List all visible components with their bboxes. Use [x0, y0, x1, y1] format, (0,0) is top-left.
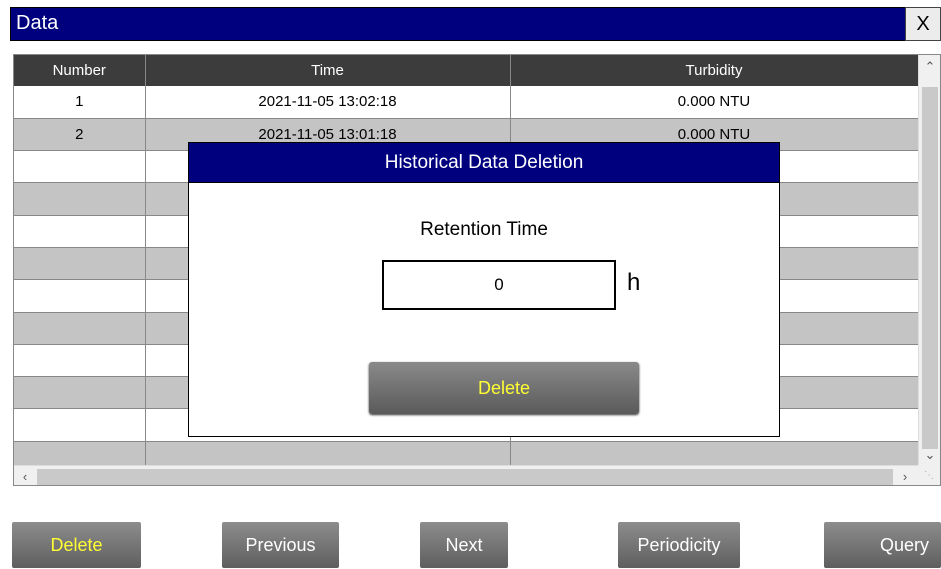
column-header-time[interactable]: Time [145, 55, 511, 86]
retention-time-label: Retention Time [420, 219, 548, 240]
window-title-bar: Data [10, 7, 941, 41]
number-cell [14, 182, 146, 216]
query-button[interactable]: Query [824, 522, 941, 568]
periodicity-button[interactable]: Periodicity [618, 522, 740, 568]
table-header-row: Number Time Turbidity [14, 55, 919, 86]
number-cell [14, 312, 146, 345]
dialog-title: Historical Data Deletion [189, 143, 779, 183]
horizontal-scroll-thumb[interactable] [37, 469, 893, 485]
chevron-left-icon[interactable]: ‹ [14, 469, 36, 484]
resize-grip-icon: ⋱ [918, 465, 940, 485]
chevron-up-icon[interactable]: ⌃ [919, 59, 940, 75]
time-cell: 2021-11-05 13:02:18 [145, 86, 511, 119]
dialog-delete-button[interactable]: Delete [369, 362, 639, 414]
vertical-scroll-thumb[interactable] [922, 87, 938, 449]
close-button[interactable]: X [905, 7, 941, 41]
chevron-down-icon[interactable]: ⌄ [919, 447, 940, 463]
horizontal-scrollbar[interactable]: ‹ › [14, 465, 918, 485]
number-cell: 1 [14, 86, 146, 119]
chevron-right-icon[interactable]: › [894, 469, 916, 484]
number-cell [14, 279, 146, 313]
number-cell [14, 150, 146, 184]
number-cell [14, 247, 146, 281]
window-title: Data [16, 12, 59, 34]
column-header-number[interactable]: Number [14, 55, 146, 86]
number-cell: 2 [14, 118, 146, 152]
retention-unit-label: h [627, 269, 641, 296]
next-button[interactable]: Next [420, 522, 508, 568]
column-header-turbidity[interactable]: Turbidity [510, 55, 919, 86]
previous-button[interactable]: Previous [222, 522, 339, 568]
delete-button[interactable]: Delete [12, 522, 141, 568]
number-cell [14, 408, 146, 442]
table-row[interactable]: 1 2021-11-05 13:02:18 0.000 NTU [14, 86, 919, 119]
turbidity-cell: 0.000 NTU [510, 86, 919, 119]
number-cell [14, 344, 146, 378]
retention-time-input[interactable]: 0 [382, 260, 616, 310]
historical-data-deletion-dialog: Historical Data Deletion Retention Time … [188, 142, 780, 437]
number-cell [14, 215, 146, 248]
vertical-scrollbar[interactable]: ⌃ ⌄ [918, 55, 940, 465]
number-cell [14, 376, 146, 410]
